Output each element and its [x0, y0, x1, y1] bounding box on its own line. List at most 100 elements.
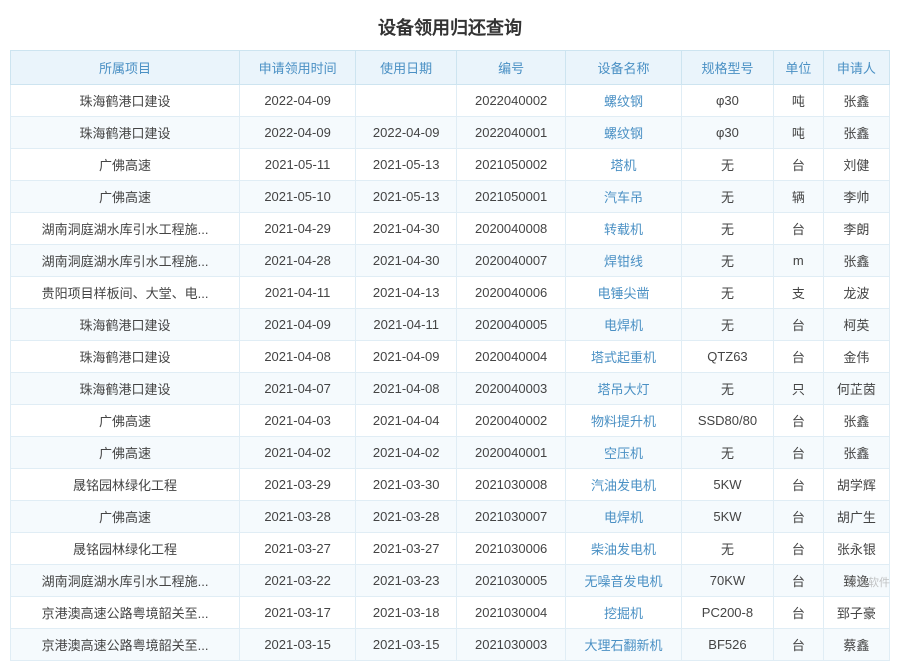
cell-1-7: 张鑫	[823, 117, 889, 149]
main-table: 所属项目申请领用时间使用日期编号设备名称规格型号单位申请人 珠海鹤港口建设202…	[10, 50, 890, 661]
cell-14-1: 2021-03-27	[240, 533, 356, 565]
cell-10-3: 2020040002	[457, 405, 566, 437]
cell-14-6: 台	[773, 533, 823, 565]
cell-12-1: 2021-03-29	[240, 469, 356, 501]
table-row: 珠海鹤港口建设2022-04-092022040002螺纹钢φ30吨张鑫	[11, 85, 890, 117]
cell-8-6: 台	[773, 341, 823, 373]
cell-11-3: 2020040001	[457, 437, 566, 469]
cell-16-2: 2021-03-18	[356, 597, 457, 629]
cell-2-7: 刘健	[823, 149, 889, 181]
table-row: 珠海鹤港口建设2021-04-072021-04-082020040003塔吊大…	[11, 373, 890, 405]
cell-12-7: 胡学辉	[823, 469, 889, 501]
cell-13-5: 5KW	[681, 501, 773, 533]
cell-9-4[interactable]: 塔吊大灯	[565, 373, 681, 405]
cell-13-3: 2021030007	[457, 501, 566, 533]
cell-9-0: 珠海鹤港口建设	[11, 373, 240, 405]
cell-7-3: 2020040005	[457, 309, 566, 341]
cell-2-4[interactable]: 塔机	[565, 149, 681, 181]
cell-4-1: 2021-04-29	[240, 213, 356, 245]
cell-6-1: 2021-04-11	[240, 277, 356, 309]
cell-14-4[interactable]: 柴油发电机	[565, 533, 681, 565]
col-header-5: 规格型号	[681, 51, 773, 85]
cell-4-7: 李朗	[823, 213, 889, 245]
cell-7-4[interactable]: 电焊机	[565, 309, 681, 341]
table-row: 贵阳项目样板间、大堂、电...2021-04-112021-04-1320200…	[11, 277, 890, 309]
cell-17-7: 蔡鑫	[823, 629, 889, 661]
cell-5-6: m	[773, 245, 823, 277]
cell-9-3: 2020040003	[457, 373, 566, 405]
cell-1-2: 2022-04-09	[356, 117, 457, 149]
cell-0-2	[356, 85, 457, 117]
cell-11-5: 无	[681, 437, 773, 469]
cell-9-7: 何芷茵	[823, 373, 889, 405]
cell-5-7: 张鑫	[823, 245, 889, 277]
cell-10-7: 张鑫	[823, 405, 889, 437]
cell-13-4[interactable]: 电焊机	[565, 501, 681, 533]
cell-8-0: 珠海鹤港口建设	[11, 341, 240, 373]
cell-8-7: 金伟	[823, 341, 889, 373]
cell-1-5: φ30	[681, 117, 773, 149]
cell-4-3: 2020040008	[457, 213, 566, 245]
cell-10-6: 台	[773, 405, 823, 437]
cell-15-4[interactable]: 无噪音发电机	[565, 565, 681, 597]
cell-7-1: 2021-04-09	[240, 309, 356, 341]
cell-16-4[interactable]: 挖掘机	[565, 597, 681, 629]
cell-0-7: 张鑫	[823, 85, 889, 117]
cell-17-0: 京港澳高速公路粤境韶关至...	[11, 629, 240, 661]
cell-9-1: 2021-04-07	[240, 373, 356, 405]
cell-14-0: 晟铭园林绿化工程	[11, 533, 240, 565]
cell-1-4[interactable]: 螺纹钢	[565, 117, 681, 149]
cell-4-0: 湖南洞庭湖水库引水工程施...	[11, 213, 240, 245]
table-row: 珠海鹤港口建设2021-04-092021-04-112020040005电焊机…	[11, 309, 890, 341]
cell-2-1: 2021-05-11	[240, 149, 356, 181]
cell-12-0: 晟铭园林绿化工程	[11, 469, 240, 501]
cell-2-3: 2021050002	[457, 149, 566, 181]
cell-4-5: 无	[681, 213, 773, 245]
cell-17-5: BF526	[681, 629, 773, 661]
table-header: 所属项目申请领用时间使用日期编号设备名称规格型号单位申请人	[11, 51, 890, 85]
cell-4-4[interactable]: 转载机	[565, 213, 681, 245]
cell-14-5: 无	[681, 533, 773, 565]
cell-16-5: PC200-8	[681, 597, 773, 629]
cell-3-4[interactable]: 汽车吊	[565, 181, 681, 213]
cell-14-3: 2021030006	[457, 533, 566, 565]
cell-15-1: 2021-03-22	[240, 565, 356, 597]
table-row: 京港澳高速公路粤境韶关至...2021-03-172021-03-1820210…	[11, 597, 890, 629]
cell-10-4[interactable]: 物料提升机	[565, 405, 681, 437]
cell-16-3: 2021030004	[457, 597, 566, 629]
cell-5-1: 2021-04-28	[240, 245, 356, 277]
cell-7-6: 台	[773, 309, 823, 341]
cell-0-4[interactable]: 螺纹钢	[565, 85, 681, 117]
cell-11-4[interactable]: 空压机	[565, 437, 681, 469]
cell-5-4[interactable]: 焊钳线	[565, 245, 681, 277]
cell-16-1: 2021-03-17	[240, 597, 356, 629]
cell-8-2: 2021-04-09	[356, 341, 457, 373]
cell-1-1: 2022-04-09	[240, 117, 356, 149]
cell-2-0: 广佛高速	[11, 149, 240, 181]
cell-6-2: 2021-04-13	[356, 277, 457, 309]
cell-3-1: 2021-05-10	[240, 181, 356, 213]
cell-11-7: 张鑫	[823, 437, 889, 469]
table-row: 湖南洞庭湖水库引水工程施...2021-03-222021-03-2320210…	[11, 565, 890, 597]
cell-13-6: 台	[773, 501, 823, 533]
cell-6-4[interactable]: 电锤尖凿	[565, 277, 681, 309]
cell-15-6: 台	[773, 565, 823, 597]
col-header-2: 使用日期	[356, 51, 457, 85]
cell-16-7: 郅子豪	[823, 597, 889, 629]
cell-8-4[interactable]: 塔式起重机	[565, 341, 681, 373]
cell-12-3: 2021030008	[457, 469, 566, 501]
cell-5-2: 2021-04-30	[356, 245, 457, 277]
col-header-4: 设备名称	[565, 51, 681, 85]
table-row: 珠海鹤港口建设2022-04-092022-04-092022040001螺纹钢…	[11, 117, 890, 149]
col-header-7: 申请人	[823, 51, 889, 85]
cell-8-1: 2021-04-08	[240, 341, 356, 373]
cell-17-4[interactable]: 大理石翻新机	[565, 629, 681, 661]
table-wrapper: 所属项目申请领用时间使用日期编号设备名称规格型号单位申请人 珠海鹤港口建设202…	[0, 50, 900, 671]
cell-10-5: SSD80/80	[681, 405, 773, 437]
cell-7-2: 2021-04-11	[356, 309, 457, 341]
cell-12-4[interactable]: 汽油发电机	[565, 469, 681, 501]
cell-2-5: 无	[681, 149, 773, 181]
table-row: 晟铭园林绿化工程2021-03-272021-03-272021030006柴油…	[11, 533, 890, 565]
cell-11-2: 2021-04-02	[356, 437, 457, 469]
cell-6-5: 无	[681, 277, 773, 309]
